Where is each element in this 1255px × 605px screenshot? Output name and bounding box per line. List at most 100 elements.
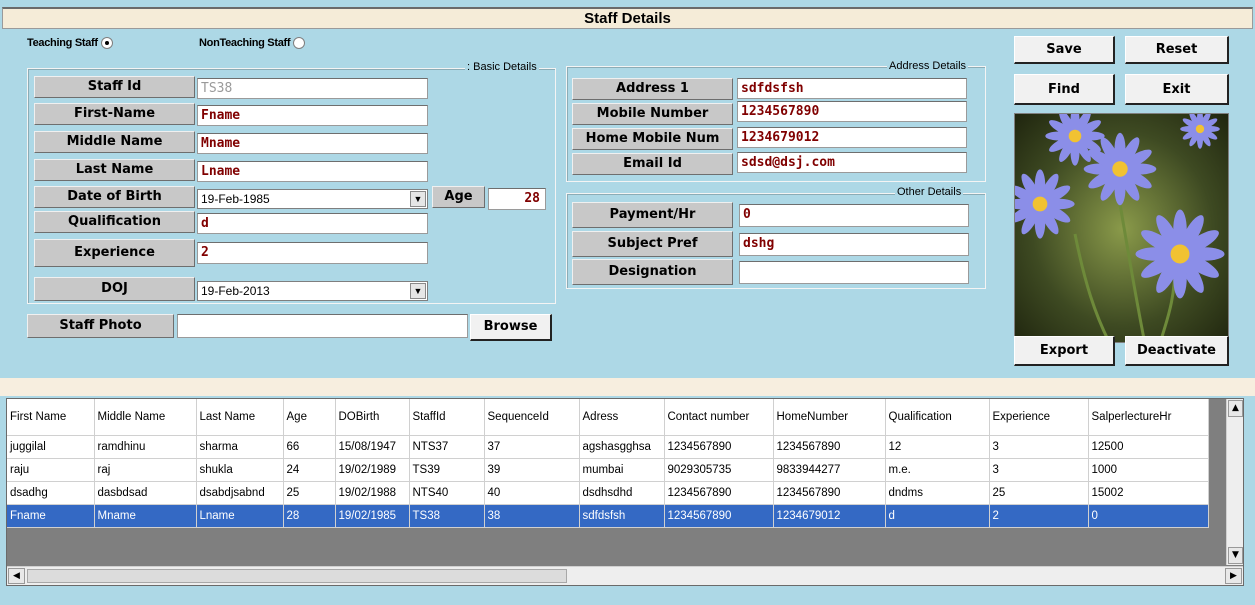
address1-field[interactable]: sdfdsfsh xyxy=(737,78,967,99)
table-cell[interactable]: 25 xyxy=(283,481,336,505)
table-cell[interactable]: 28 xyxy=(283,504,336,528)
mobile-field[interactable]: 1234567890 xyxy=(737,101,967,122)
column-header[interactable]: DOBirth xyxy=(335,399,410,436)
horizontal-scroll-thumb[interactable] xyxy=(27,569,567,583)
table-cell[interactable]: 1000 xyxy=(1088,458,1209,482)
column-header[interactable]: Experience xyxy=(989,399,1089,436)
table-cell[interactable]: 9029305735 xyxy=(664,458,774,482)
table-cell[interactable]: 19/02/1985 xyxy=(335,504,410,528)
table-cell[interactable]: shukla xyxy=(196,458,284,482)
nonteaching-staff-radio[interactable]: NonTeaching Staff xyxy=(199,37,306,50)
column-header[interactable]: StaffId xyxy=(409,399,485,436)
table-cell[interactable]: 12500 xyxy=(1088,435,1209,459)
table-cell[interactable]: dasbdsad xyxy=(94,481,197,505)
table-cell[interactable]: 24 xyxy=(283,458,336,482)
table-cell[interactable]: NTS40 xyxy=(409,481,485,505)
table-cell[interactable]: 3 xyxy=(989,458,1089,482)
table-cell[interactable]: 2 xyxy=(989,504,1089,528)
table-cell[interactable]: 38 xyxy=(484,504,580,528)
table-row[interactable]: juggilal ramdhinu sharma 66 15/08/1947 NTS37 3… xyxy=(7,435,1209,459)
table-cell[interactable]: dsadhg xyxy=(7,481,95,505)
qualification-field[interactable]: d xyxy=(197,213,428,234)
table-cell[interactable]: 12 xyxy=(885,435,990,459)
table-cell[interactable]: 39 xyxy=(484,458,580,482)
staff-data-grid[interactable]: First Name Middle Name Last Name Age DOBirth… xyxy=(6,398,1244,586)
table-cell[interactable]: NTS37 xyxy=(409,435,485,459)
table-cell[interactable]: m.e. xyxy=(885,458,990,482)
table-cell[interactable]: 15/08/1947 xyxy=(335,435,410,459)
column-header[interactable]: Qualification xyxy=(885,399,990,436)
designation-field[interactable] xyxy=(739,261,969,284)
scroll-left-icon[interactable]: ◀ xyxy=(8,568,25,584)
scroll-right-icon[interactable]: ▶ xyxy=(1225,568,1242,584)
subject-pref-field[interactable]: dshg xyxy=(739,233,969,256)
table-cell[interactable]: 3 xyxy=(989,435,1089,459)
table-cell[interactable]: 37 xyxy=(484,435,580,459)
column-header[interactable]: Age xyxy=(283,399,336,436)
table-cell[interactable]: 1234567890 xyxy=(664,435,774,459)
table-cell[interactable]: 9833944277 xyxy=(773,458,886,482)
browse-button[interactable]: Browse xyxy=(470,314,552,341)
table-cell[interactable]: mumbai xyxy=(579,458,665,482)
table-cell[interactable]: raju xyxy=(7,458,95,482)
dob-dropdown-icon[interactable]: ▼ xyxy=(410,191,426,207)
table-cell[interactable]: 1234567890 xyxy=(773,435,886,459)
table-cell[interactable]: raj xyxy=(94,458,197,482)
middle-name-field[interactable]: Mname xyxy=(197,133,428,154)
export-button[interactable]: Export xyxy=(1014,336,1115,366)
exit-button[interactable]: Exit xyxy=(1125,74,1229,105)
email-field[interactable]: sdsd@dsj.com xyxy=(737,152,967,173)
column-header[interactable]: Adress xyxy=(579,399,665,436)
table-cell[interactable]: sdfdsfsh xyxy=(579,504,665,528)
scroll-up-icon[interactable]: ▲ xyxy=(1228,400,1243,417)
table-cell[interactable]: agshasgghsa xyxy=(579,435,665,459)
table-cell[interactable]: juggilal xyxy=(7,435,95,459)
table-cell[interactable]: 1234567890 xyxy=(664,481,774,505)
home-mobile-field[interactable]: 1234679012 xyxy=(737,127,967,148)
table-row[interactable]: Fname Mname Lname 28 19/02/1985 TS38 38 sdfdsfs… xyxy=(7,504,1209,528)
table-cell[interactable]: TS39 xyxy=(409,458,485,482)
experience-field[interactable]: 2 xyxy=(197,242,428,264)
table-cell[interactable]: Mname xyxy=(94,504,197,528)
column-header[interactable]: First Name xyxy=(7,399,95,436)
table-cell[interactable]: 1234567890 xyxy=(664,504,774,528)
deactivate-button[interactable]: Deactivate xyxy=(1125,336,1229,366)
table-cell[interactable]: 66 xyxy=(283,435,336,459)
column-header[interactable]: Contact number xyxy=(664,399,774,436)
column-header[interactable]: Middle Name xyxy=(94,399,197,436)
payment-field[interactable]: 0 xyxy=(739,204,969,227)
table-cell[interactable]: 19/02/1988 xyxy=(335,481,410,505)
table-cell[interactable]: 25 xyxy=(989,481,1089,505)
table-row[interactable]: raju raj shukla 24 19/02/1989 TS39 39 mumbai 902… xyxy=(7,458,1209,482)
table-cell[interactable]: ramdhinu xyxy=(94,435,197,459)
table-cell[interactable]: 19/02/1989 xyxy=(335,458,410,482)
teaching-staff-radio[interactable]: Teaching Staff xyxy=(27,37,113,50)
column-header[interactable]: SequenceId xyxy=(484,399,580,436)
save-button[interactable]: Save xyxy=(1014,36,1115,64)
reset-button[interactable]: Reset xyxy=(1125,36,1229,64)
age-field[interactable]: 28 xyxy=(488,188,546,210)
grid-vertical-scrollbar[interactable]: ▲ ▼ xyxy=(1226,399,1243,565)
table-cell[interactable]: dndms xyxy=(885,481,990,505)
doj-dropdown-icon[interactable]: ▼ xyxy=(410,283,426,299)
table-cell[interactable]: d xyxy=(885,504,990,528)
grid-horizontal-scrollbar[interactable]: ◀ ▶ xyxy=(7,566,1243,585)
table-cell[interactable]: 1234679012 xyxy=(773,504,886,528)
dob-picker[interactable]: 19-Feb-1985 ▼ xyxy=(197,189,428,209)
column-header[interactable]: Last Name xyxy=(196,399,284,436)
column-header[interactable]: HomeNumber xyxy=(773,399,886,436)
last-name-field[interactable]: Lname xyxy=(197,161,428,182)
table-cell[interactable]: dsabdjsabnd xyxy=(196,481,284,505)
table-cell[interactable]: TS38 xyxy=(409,504,485,528)
doj-picker[interactable]: 19-Feb-2013 ▼ xyxy=(197,281,428,301)
first-name-field[interactable]: Fname xyxy=(197,105,428,126)
table-cell[interactable]: Fname xyxy=(7,504,95,528)
staff-id-field[interactable]: TS38 xyxy=(197,78,428,99)
column-header[interactable]: SalperlectureHr xyxy=(1088,399,1209,436)
table-cell[interactable]: 0 xyxy=(1088,504,1209,528)
find-button[interactable]: Find xyxy=(1014,74,1115,105)
table-cell[interactable]: dsdhsdhd xyxy=(579,481,665,505)
staff-photo-path-field[interactable] xyxy=(177,314,468,338)
table-row[interactable]: dsadhg dasbdsad dsabdjsabnd 25 19/02/1988 NTS… xyxy=(7,481,1209,505)
table-cell[interactable]: 15002 xyxy=(1088,481,1209,505)
